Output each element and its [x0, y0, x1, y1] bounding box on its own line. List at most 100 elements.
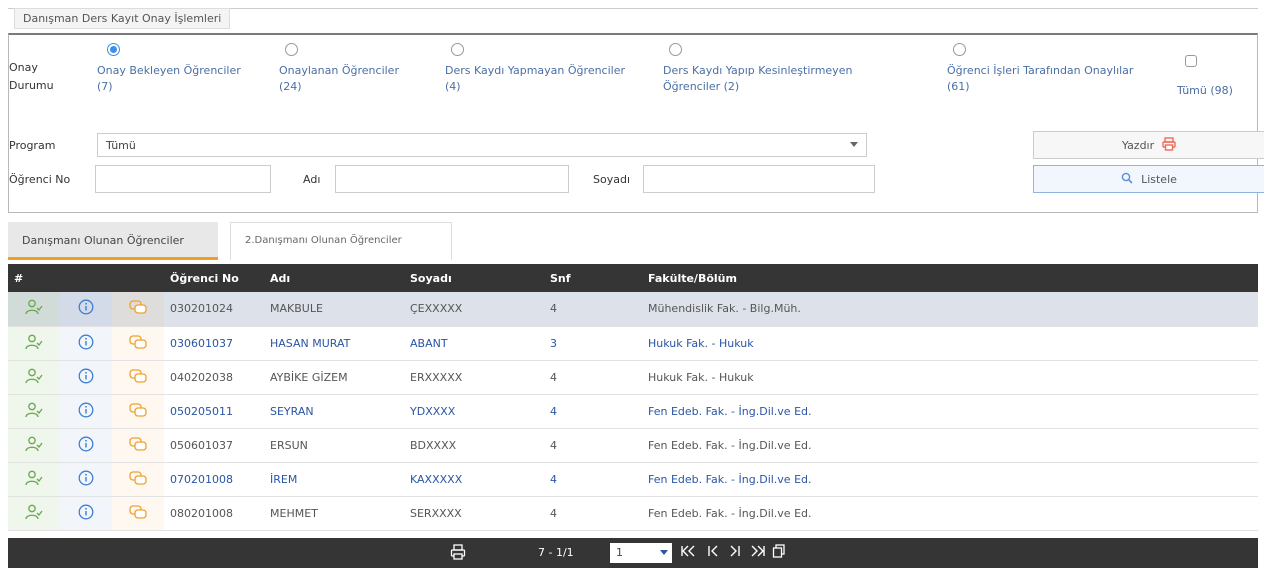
next-page-icon[interactable]	[728, 544, 742, 561]
cell-adi: ERSUN	[270, 438, 308, 452]
cell-ogrenci-no: 080201008	[170, 506, 233, 520]
info-icon[interactable]	[60, 496, 112, 530]
table-header-row: # Öğrenci No Adı Soyadı Snf Fakülte/Bölü…	[8, 264, 1258, 292]
col-header-fakulte[interactable]: Fakülte/Bölüm	[642, 264, 1258, 292]
onay-islemleri-fieldset: Danışman Ders Kayıt Onay İşlemleri Onay …	[8, 8, 1264, 213]
page-select-value: 1	[616, 546, 623, 559]
info-icon[interactable]	[60, 428, 112, 462]
cell-adi: AYBİKE GİZEM	[270, 370, 348, 384]
listele-label: Listele	[1141, 172, 1177, 186]
copy-icon[interactable]	[772, 544, 786, 561]
radio-label-onaylanan[interactable]: Onaylanan Öğrenciler (24)	[279, 63, 399, 95]
student-tabs: Danışmanı Olunan Öğrenciler 2.Danışmanı …	[8, 222, 1258, 260]
col-header-ogrenci-no[interactable]: Öğrenci No	[164, 264, 264, 292]
cell-adi: SEYRAN	[270, 404, 314, 418]
radio-button[interactable]	[285, 43, 298, 56]
last-page-icon[interactable]	[750, 544, 766, 561]
table-row[interactable]: 030601037 HASAN MURAT ABANT 3 Hukuk Fak. - H…	[8, 326, 1258, 360]
radio-button[interactable]	[669, 43, 682, 56]
message-icon[interactable]	[112, 326, 164, 360]
yazdir-label: Yazdır	[1121, 138, 1155, 152]
message-icon[interactable]	[112, 462, 164, 496]
cell-soyadi: ABANT	[410, 336, 448, 350]
cell-soyadi: KAXXXXX	[410, 472, 463, 486]
cell-snf: 4	[550, 472, 557, 486]
radio-onay-bekleyen[interactable]	[107, 43, 120, 56]
page-select[interactable]: 1	[610, 543, 672, 563]
cell-ogrenci-no: 030201024	[170, 302, 233, 316]
approve-user-icon[interactable]	[8, 326, 60, 360]
cell-ogrenci-no: 040202038	[170, 370, 233, 384]
message-icon[interactable]	[112, 428, 164, 462]
message-icon[interactable]	[112, 360, 164, 394]
cell-ogrenci-no: 050205011	[170, 404, 233, 418]
cell-fakulte: Fen Edeb. Fak. - İng.Dil.ve Ed.	[648, 404, 812, 418]
approve-user-icon[interactable]	[8, 292, 60, 326]
table-row[interactable]: 040202038 AYBİKE GİZEM ERXXXXX 4 Hukuk Fak. …	[8, 360, 1258, 394]
checkbox[interactable]	[1185, 55, 1197, 67]
info-icon[interactable]	[60, 326, 112, 360]
radio-label-onay-bekleyen[interactable]: Onay Bekleyen Öğrenciler (7)	[97, 63, 241, 95]
adi-input[interactable]	[335, 165, 569, 193]
listele-button[interactable]: Listele	[1033, 165, 1264, 193]
radio-label-ogrenci-isleri[interactable]: Öğrenci İşleri Tarafından Onaylılar (61)	[947, 63, 1133, 95]
col-header-adi[interactable]: Adı	[264, 264, 404, 292]
program-select-value: Tümü	[106, 139, 136, 152]
approve-user-icon[interactable]	[8, 462, 60, 496]
tumu-checkbox[interactable]	[1185, 55, 1197, 67]
table-row[interactable]: 050601037 ERSUN BDXXXX 4 Fen Edeb. Fak. - İn…	[8, 428, 1258, 462]
radio-ders-kaydi-yapmayan[interactable]	[451, 43, 464, 56]
yazdir-button[interactable]: Yazdır	[1033, 131, 1264, 159]
cell-fakulte: Mühendislik Fak. - Bilg.Müh.	[648, 302, 801, 316]
cell-snf: 4	[550, 404, 557, 418]
pagination-bar: 7 - 1/1 1	[8, 538, 1258, 568]
radio-button[interactable]	[451, 43, 464, 56]
col-header-soyadi[interactable]: Soyadı	[404, 264, 544, 292]
soyadi-input[interactable]	[643, 165, 875, 193]
radio-label-kesinlestirmeyen[interactable]: Ders Kaydı Yapıp Kesinleştirmeyen Öğrenci…	[663, 63, 852, 95]
table-row[interactable]: 080201008 MEHMET SERXXXX 4 Fen Edeb. Fak. - …	[8, 496, 1258, 530]
cell-adi: HASAN MURAT	[270, 336, 351, 350]
radio-label-ders-kaydi-yapmayan[interactable]: Ders Kaydı Yapmayan Öğrenciler (4)	[445, 63, 625, 95]
fieldset-legend: Danışman Ders Kayıt Onay İşlemleri	[14, 8, 231, 29]
cell-adi: MEHMET	[270, 506, 318, 520]
first-page-icon[interactable]	[680, 544, 696, 561]
radio-ogrenci-isleri[interactable]	[953, 43, 966, 56]
approve-user-icon[interactable]	[8, 428, 60, 462]
approve-user-icon[interactable]	[8, 496, 60, 530]
radio-button[interactable]	[953, 43, 966, 56]
message-icon[interactable]	[112, 496, 164, 530]
program-select[interactable]: Tümü	[97, 133, 867, 157]
table-row[interactable]: 070201008 İREM KAXXXXX 4 Fen Edeb. Fak. - İn…	[8, 462, 1258, 496]
radio-onaylanan[interactable]	[285, 43, 298, 56]
info-icon[interactable]	[60, 360, 112, 394]
message-icon[interactable]	[112, 394, 164, 428]
table-row[interactable]: 050205011 SEYRAN YDXXXX 4 Fen Edeb. Fak. - İ…	[8, 394, 1258, 428]
chevron-down-icon	[660, 550, 668, 555]
radio-kesinlestirmeyen[interactable]	[669, 43, 682, 56]
tab-2-danismani-olunan[interactable]: 2.Danışmanı Olunan Öğrenciler	[230, 222, 452, 260]
onay-durumu-label: Onay Durumu	[9, 61, 54, 92]
prev-page-icon[interactable]	[706, 544, 720, 561]
approve-user-icon[interactable]	[8, 360, 60, 394]
radio-button[interactable]	[107, 43, 120, 56]
col-header-snf[interactable]: Snf	[544, 264, 642, 292]
tumu-checkbox-label[interactable]: Tümü (98)	[1177, 83, 1233, 99]
ogrenci-no-input[interactable]	[95, 165, 271, 193]
table-row[interactable]: 030201024 MAKBULE ÇEXXXXX 4 Mühendislik Fak.…	[8, 292, 1258, 326]
info-icon[interactable]	[60, 394, 112, 428]
cell-ogrenci-no: 050601037	[170, 438, 233, 452]
tab-danismani-olunan[interactable]: Danışmanı Olunan Öğrenciler	[8, 222, 218, 260]
soyadi-label: Soyadı	[593, 173, 631, 186]
cell-snf: 4	[550, 370, 557, 384]
print-icon[interactable]	[450, 544, 466, 563]
col-header-index: #	[14, 271, 24, 285]
info-icon[interactable]	[60, 462, 112, 496]
approve-user-icon[interactable]	[8, 394, 60, 428]
cell-soyadi: SERXXXX	[410, 506, 462, 520]
adi-label: Adı	[303, 173, 321, 186]
filter-panel: Onay Durumu Onay Bekleyen Öğrenciler (7) …	[8, 33, 1264, 213]
info-icon[interactable]	[60, 292, 112, 326]
cell-snf: 4	[550, 302, 557, 316]
message-icon[interactable]	[112, 292, 164, 326]
